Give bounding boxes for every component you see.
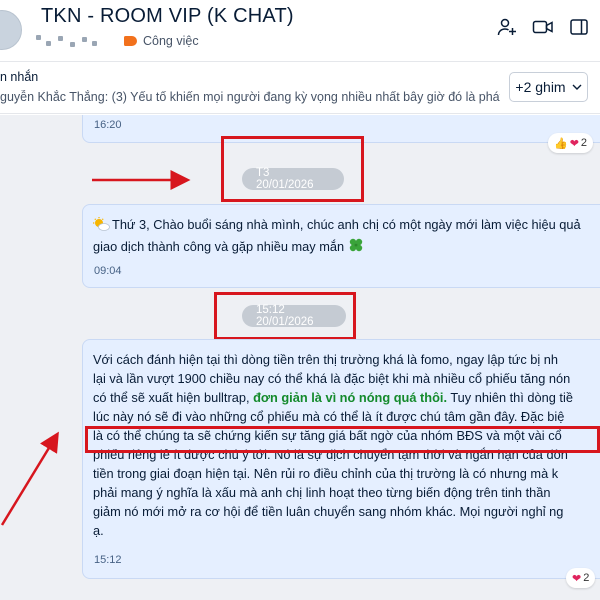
message-line: lại và lần vượt 1900 chiều nay có thể kh… (93, 371, 571, 386)
pinned-message-bar[interactable]: n nhắn guyễn Khắc Thắng: (3) Yếu tố khiế… (0, 62, 600, 114)
message-bubble[interactable]: Với cách đánh hiện tại thì dòng tiền trê… (82, 339, 600, 579)
message-line: có thể sẽ xuất hiện bulltrap, đơn giản l… (93, 388, 600, 407)
chevron-down-icon (572, 84, 582, 90)
date-separator: T3 20/01/2026 (242, 167, 344, 191)
message-segment: có thể sẽ xuất hiện bulltrap, (93, 390, 250, 405)
heart-icon: ❤ (569, 137, 579, 150)
message-line: phải mang ý nghĩa là xấu mà anh chị linh… (93, 485, 551, 500)
message-line: lúc này nó sẽ đi vào những cổ phiếu mà c… (93, 409, 565, 424)
reaction-count: 2 (580, 137, 588, 149)
tag-icon (124, 36, 137, 46)
header-actions (496, 16, 590, 38)
date-separator: 15:12 20/01/2026 (242, 304, 346, 328)
more-pins-button[interactable]: +2 ghim (509, 72, 588, 102)
chat-header: TKN - ROOM VIP (K CHAT) Công việc (0, 0, 600, 62)
group-avatar[interactable] (0, 10, 22, 50)
message-bubble[interactable]: Thứ 3, Chào buổi sáng nhà mình, chúc anh… (82, 204, 600, 288)
message-text: giao dịch thành công và gặp nhiều may mắ… (93, 237, 364, 258)
more-pins-label: +2 ghim (515, 79, 566, 95)
message-line: tiền trong giai đoạn hiện tại. Nên rủi r… (93, 466, 559, 481)
chat-title[interactable]: TKN - ROOM VIP (K CHAT) (41, 5, 294, 28)
message-line: Với cách đánh hiện tại thì dòng tiền trê… (93, 352, 559, 367)
clover-icon (348, 237, 364, 258)
message-line: giao dịch thành công và gặp nhiều may mắ… (93, 239, 345, 254)
reaction-count: 2 (583, 572, 590, 584)
member-avatars-blurred (27, 34, 107, 48)
message-segment: Tuy nhiên thì dòng tiề (450, 390, 573, 405)
message-time: 15:12 (94, 554, 122, 566)
message-line: giảm nó mới mở ra cơ hội để tiền luân ch… (93, 504, 564, 519)
reaction-badge[interactable]: ❤ 2 (566, 568, 596, 588)
sidebar-toggle-icon[interactable] (568, 16, 590, 38)
reaction-badge[interactable]: 👍 ❤ 2 (548, 133, 594, 153)
add-member-icon[interactable] (496, 16, 518, 38)
highlight-box (85, 426, 600, 453)
pinned-title: n nhắn (0, 70, 39, 84)
chat-category-tag[interactable]: Công việc (124, 33, 199, 49)
sun-cloud-icon (93, 217, 110, 231)
message-line: Thứ 3, Chào buổi sáng nhà mình, chúc anh… (112, 217, 581, 232)
pinned-text: guyễn Khắc Thắng: (3) Yếu tố khiến mọi n… (0, 90, 500, 104)
chat-messages-area[interactable]: 16:20 👍 ❤ 2 T3 20/01/2026 Thứ 3, Chào bu… (0, 115, 600, 600)
thumbs-up-icon: 👍 (554, 137, 568, 150)
highlighted-phrase: đơn giản là vì nó nóng quá thôi. (253, 390, 448, 405)
heart-icon: ❤ (572, 572, 582, 585)
red-arrow-diagonal (0, 431, 59, 526)
video-call-icon[interactable] (532, 16, 554, 38)
message-time: 16:20 (94, 119, 122, 131)
message-text: Thứ 3, Chào buổi sáng nhà mình, chúc anh… (93, 215, 600, 234)
message-time: 09:04 (94, 265, 122, 277)
tag-label: Công việc (143, 34, 199, 48)
message-line: ạ. (93, 523, 104, 538)
